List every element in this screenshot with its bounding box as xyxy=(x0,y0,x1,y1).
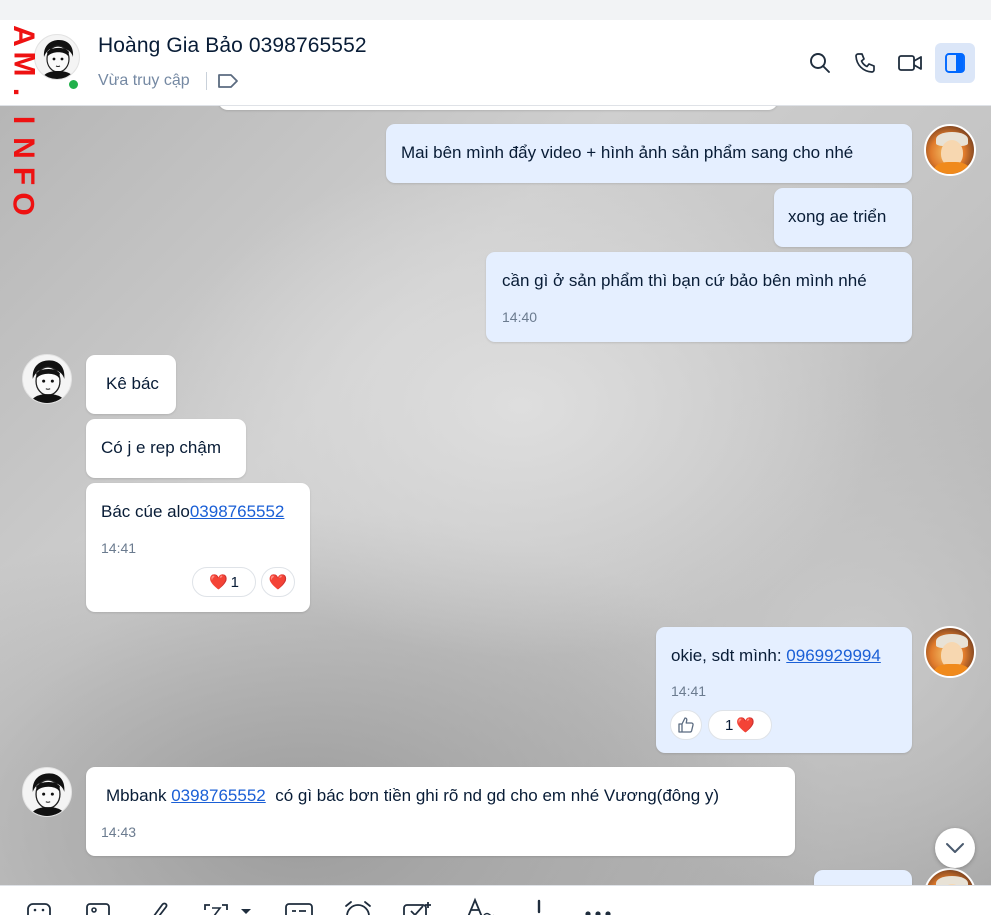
message-time: 14:41 xyxy=(101,540,137,556)
my-avatar[interactable] xyxy=(924,868,976,885)
chat-header: Hoàng Gia Bảo 0398765552 Vừa truy cập xyxy=(0,20,991,106)
contact-avatar[interactable] xyxy=(22,354,72,404)
message-text: Có j e rep chậm xyxy=(101,438,221,457)
sticker-icon[interactable] xyxy=(26,900,52,915)
message-text: xong ae triển xyxy=(788,207,887,226)
like-button[interactable] xyxy=(670,710,702,740)
scroll-to-bottom-button[interactable] xyxy=(935,828,975,868)
message-bubble[interactable]: xong ae triển xyxy=(774,188,912,247)
window-top-strip xyxy=(0,0,991,20)
phone-link[interactable]: 0398765552 xyxy=(171,786,266,805)
attachment-icon[interactable] xyxy=(146,900,172,915)
message-bubble[interactable]: okie, sdt mình: 0969929994 14:41 1 ❤️ xyxy=(656,627,912,753)
reaction-count: 1 xyxy=(230,573,240,591)
message-bubble[interactable]: Mai bên mình đẩy video + hình ảnh sản ph… xyxy=(386,124,912,183)
heart-reaction-icon: ❤️ xyxy=(208,574,228,591)
phone-link[interactable]: 0969929994 xyxy=(786,646,881,665)
thumbs-up-icon xyxy=(678,717,694,733)
message-bubble[interactable]: Có j e rep chậm xyxy=(86,419,246,478)
phone-link[interactable]: 0398765552 xyxy=(190,502,285,521)
reaction-summary[interactable]: 1 ❤️ xyxy=(708,710,772,740)
image-icon[interactable] xyxy=(85,900,111,915)
chevron-down-icon xyxy=(946,843,964,853)
message-time: 14:43 xyxy=(101,824,137,840)
message-text: Mbbank 0398765552 có gì bác bơn tiền ghi… xyxy=(106,786,720,805)
contact-status: Vừa truy cập xyxy=(98,72,190,89)
message-bubble[interactable] xyxy=(814,870,912,885)
message-time: 14:40 xyxy=(502,309,538,325)
reaction-count: 1 xyxy=(724,716,734,734)
message-text: cần gì ở sản phẩm thì bạn cứ bảo bên mìn… xyxy=(502,271,867,290)
more-icon[interactable] xyxy=(583,906,613,915)
message-text: Mai bên mình đẩy video + hình ảnh sản ph… xyxy=(401,143,854,162)
heart-reaction-icon: ❤️ xyxy=(736,717,756,734)
message-bubble[interactable]: cần gì ở sản phẩm thì bạn cứ bảo bên mìn… xyxy=(486,252,912,342)
contact-avatar[interactable] xyxy=(34,34,80,80)
message-bubble[interactable]: Bác cúe alo0398765552 14:41 ❤️ 1 ❤️ xyxy=(86,483,310,612)
message-text: okie, sdt mình: 0969929994 xyxy=(671,646,881,665)
header-divider xyxy=(206,72,207,90)
search-button[interactable] xyxy=(800,43,840,83)
message-bubble[interactable]: Kê bác xyxy=(86,355,176,414)
phone-icon xyxy=(855,53,875,73)
conversation-info-button[interactable] xyxy=(935,43,975,83)
reminder-clock-icon[interactable] xyxy=(343,900,373,915)
message-time: 14:41 xyxy=(671,683,707,699)
video-camera-icon xyxy=(898,55,922,71)
previous-message-bubble xyxy=(218,106,778,110)
screenshot-icon[interactable] xyxy=(203,900,255,915)
message-list[interactable]: Mai bên mình đẩy video + hình ảnh sản ph… xyxy=(0,106,991,885)
tag-label-icon[interactable] xyxy=(217,72,239,95)
search-icon xyxy=(810,53,830,73)
task-checklist-icon[interactable] xyxy=(402,900,434,915)
urgent-icon[interactable] xyxy=(534,898,544,915)
video-call-button[interactable] xyxy=(890,43,930,83)
reaction-summary[interactable]: ❤️ 1 xyxy=(192,567,256,597)
composer-toolbar xyxy=(0,885,991,915)
react-button[interactable]: ❤️ xyxy=(261,567,295,597)
text-format-icon[interactable] xyxy=(465,897,495,915)
message-bubble[interactable]: Mbbank 0398765552 có gì bác bơn tiền ghi… xyxy=(86,767,795,856)
voice-call-button[interactable] xyxy=(845,43,885,83)
my-avatar[interactable] xyxy=(924,626,976,678)
contact-avatar[interactable] xyxy=(22,767,72,817)
contact-name[interactable]: Hoàng Gia Bảo 0398765552 xyxy=(98,34,367,58)
heart-reaction-icon: ❤️ xyxy=(268,574,288,591)
message-text: Bác cúe alo0398765552 xyxy=(101,502,285,521)
online-status-dot xyxy=(67,78,80,91)
sidebar-panel-icon xyxy=(945,53,965,73)
watermark: AM.INFO xyxy=(6,25,40,216)
message-text: Kê bác xyxy=(106,374,159,393)
my-avatar[interactable] xyxy=(924,124,976,176)
contact-card-icon[interactable] xyxy=(284,900,314,915)
